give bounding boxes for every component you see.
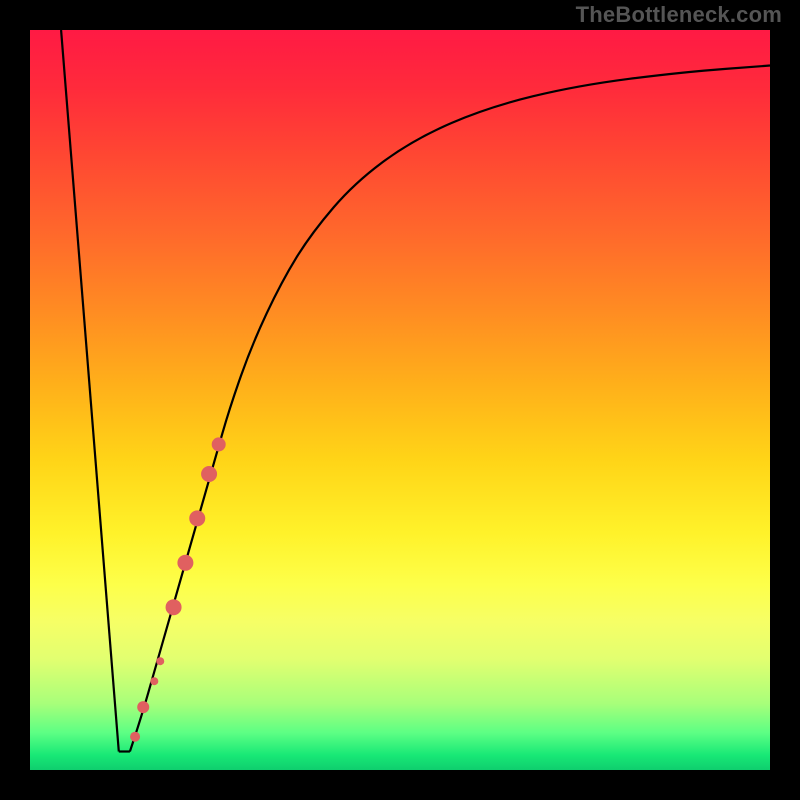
marker-point (189, 510, 205, 526)
marker-point (166, 599, 182, 615)
marker-point (130, 732, 140, 742)
curve-right-leg (130, 66, 770, 752)
curve-group (61, 30, 770, 752)
marker-point (201, 466, 217, 482)
marker-point (137, 701, 149, 713)
marker-point (150, 677, 158, 685)
marker-point (156, 657, 164, 665)
watermark-label: TheBottleneck.com (576, 2, 782, 28)
marker-point (177, 555, 193, 571)
chart-overlay (30, 30, 770, 770)
plot-area (30, 30, 770, 770)
marker-point (212, 437, 226, 451)
curve-left-leg (61, 30, 119, 752)
